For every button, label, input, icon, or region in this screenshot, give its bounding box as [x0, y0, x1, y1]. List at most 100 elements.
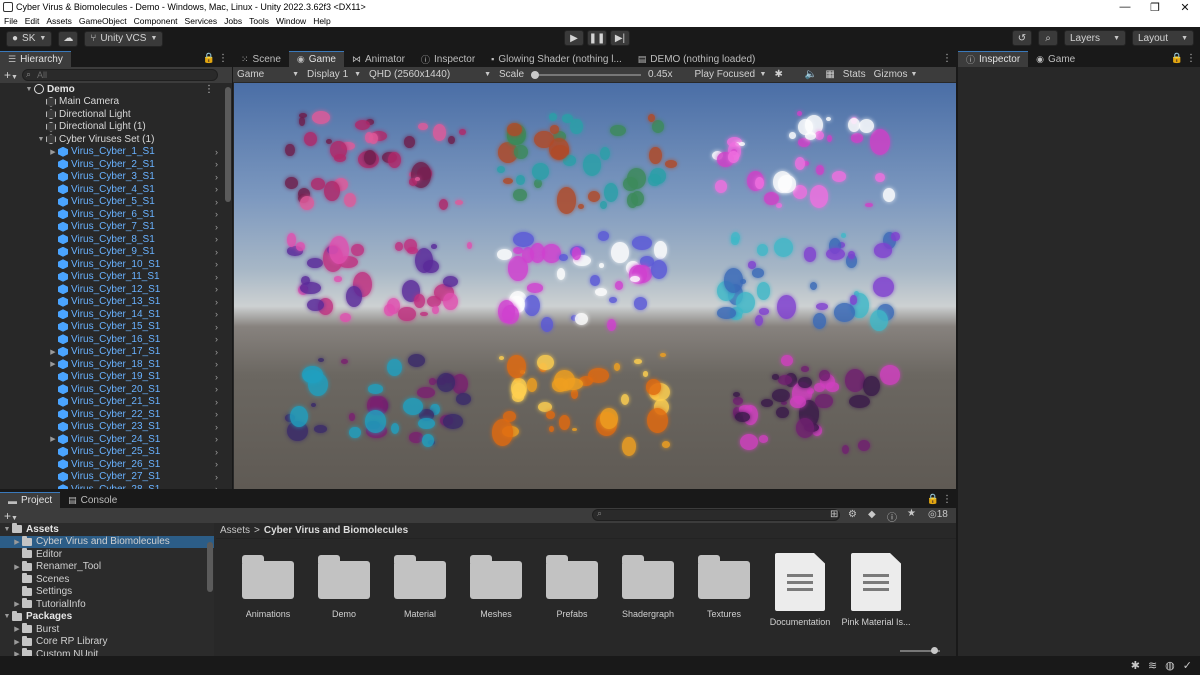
fold-arrow-icon[interactable]: ▶: [12, 625, 22, 633]
fold-arrow-icon[interactable]: ▶: [12, 563, 22, 571]
hierarchy-row[interactable]: Virus_Cyber_8_S1 ›: [0, 233, 232, 246]
open-prefab-icon[interactable]: ›: [215, 172, 218, 182]
tree-scrollbar[interactable]: [207, 542, 213, 592]
tree-item[interactable]: ▶ TutorialInfo: [0, 598, 214, 611]
debug-icon[interactable]: ✱: [1131, 659, 1140, 672]
add-asset-button[interactable]: +▼: [4, 509, 18, 523]
open-prefab-icon[interactable]: ›: [215, 309, 218, 319]
open-prefab-icon[interactable]: ›: [215, 434, 218, 444]
step-button[interactable]: ▶|: [610, 30, 630, 46]
open-prefab-icon[interactable]: ›: [215, 147, 218, 157]
open-prefab-icon[interactable]: ›: [215, 347, 218, 357]
breadcrumb-root[interactable]: Assets: [220, 525, 250, 536]
search-by-type-icon[interactable]: ⊞: [830, 509, 838, 520]
menu-file[interactable]: File: [4, 16, 18, 26]
open-prefab-icon[interactable]: ›: [215, 284, 218, 294]
tree-item[interactable]: ▼ Assets: [0, 523, 214, 536]
hierarchy-row[interactable]: Virus_Cyber_14_S1 ›: [0, 308, 232, 321]
tree-item[interactable]: ▶ Renamer_Tool: [0, 560, 214, 574]
hierarchy-row[interactable]: Virus_Cyber_21_S1 ›: [0, 396, 232, 409]
menu-window[interactable]: Window: [276, 16, 306, 26]
hierarchy-row[interactable]: ▶ Virus_Cyber_1_S1 ›: [0, 146, 232, 159]
account-dropdown[interactable]: ● SK ▼: [6, 30, 53, 47]
tab-shader[interactable]: ▪ Glowing Shader (nothing l...: [483, 51, 630, 67]
fold-arrow-icon[interactable]: ▼: [2, 613, 12, 620]
hierarchy-row[interactable]: Virus_Cyber_12_S1 ›: [0, 283, 232, 296]
tab-scene[interactable]: ⁙ Scene: [233, 51, 289, 67]
hierarchy-row[interactable]: Virus_Cyber_16_S1 ›: [0, 333, 232, 346]
tree-item[interactable]: ▼ Packages: [0, 610, 214, 624]
hierarchy-search-input[interactable]: All: [21, 69, 218, 81]
hierarchy-row[interactable]: Virus_Cyber_4_S1 ›: [0, 183, 232, 196]
vcs-dropdown[interactable]: ⑂ Unity VCS ▼: [84, 30, 164, 47]
search-button[interactable]: ⌕: [1038, 30, 1058, 46]
open-prefab-icon[interactable]: ›: [215, 484, 218, 489]
asset-file[interactable]: Pink Material Is...: [838, 553, 914, 627]
hierarchy-row[interactable]: Directional Light: [0, 108, 232, 121]
hierarchy-row[interactable]: Virus_Cyber_13_S1 ›: [0, 296, 232, 309]
keyboard-icon[interactable]: ▦: [821, 69, 838, 80]
scene-row[interactable]: ▼ Demo ⋮: [0, 83, 232, 96]
scale-slider-thumb[interactable]: [531, 70, 540, 79]
panel-menu-icon[interactable]: ⋮: [942, 53, 952, 64]
open-prefab-icon[interactable]: ›: [215, 297, 218, 307]
open-prefab-icon[interactable]: ›: [215, 397, 218, 407]
asset-file[interactable]: Documentation: [762, 553, 838, 627]
open-prefab-icon[interactable]: ›: [215, 384, 218, 394]
layers-dropdown[interactable]: Layers ▼: [1064, 30, 1126, 46]
hierarchy-scrollbar[interactable]: [225, 87, 231, 202]
menu-edit[interactable]: Edit: [25, 16, 40, 26]
hierarchy-row[interactable]: Virus_Cyber_3_S1 ›: [0, 171, 232, 184]
panel-menu-icon[interactable]: 🔒 ⋮: [927, 494, 952, 505]
open-prefab-icon[interactable]: ›: [215, 322, 218, 332]
display-dropdown[interactable]: Display 1 ▼: [303, 69, 365, 80]
open-prefab-icon[interactable]: ›: [215, 197, 218, 207]
open-prefab-icon[interactable]: ›: [215, 159, 218, 169]
menu-tools[interactable]: Tools: [249, 16, 269, 26]
tab-hierarchy[interactable]: ☰ Hierarchy: [0, 51, 71, 67]
fold-arrow-icon[interactable]: ▶: [48, 348, 58, 356]
game-viewport[interactable]: [234, 83, 956, 489]
tab-game-right[interactable]: ◉ Game: [1028, 51, 1083, 67]
add-button[interactable]: +▼: [4, 68, 18, 82]
layout-dropdown[interactable]: Layout ▼: [1132, 30, 1194, 46]
zoom-slider[interactable]: [900, 647, 940, 654]
close-button[interactable]: ✕: [1170, 1, 1200, 14]
fold-arrow-icon[interactable]: ▶: [48, 148, 58, 156]
panel-menu-icon[interactable]: 🔒 ⋮: [203, 53, 228, 64]
open-prefab-icon[interactable]: ›: [215, 372, 218, 382]
game-mode-dropdown[interactable]: Game ▼: [233, 69, 303, 80]
scene-menu-icon[interactable]: ⋮: [204, 84, 214, 95]
hierarchy-row[interactable]: Virus_Cyber_20_S1 ›: [0, 383, 232, 396]
gizmos-dropdown[interactable]: Gizmos ▼: [870, 69, 922, 80]
hierarchy-row[interactable]: Virus_Cyber_9_S1 ›: [0, 246, 232, 259]
tab-animator[interactable]: ⋈ Animator: [344, 51, 413, 67]
play-button[interactable]: ▶: [564, 30, 584, 46]
audio-icon[interactable]: 🔈: [801, 69, 821, 80]
minimize-button[interactable]: —: [1110, 1, 1140, 13]
tab-project[interactable]: ▬ Project: [0, 492, 61, 508]
scale-slider[interactable]: [531, 70, 642, 79]
hierarchy-row[interactable]: Virus_Cyber_5_S1 ›: [0, 196, 232, 209]
check-icon[interactable]: ✓: [1183, 659, 1192, 672]
tab-game[interactable]: ◉ Game: [288, 51, 344, 67]
info-filter-icon[interactable]: ⓘ: [887, 509, 897, 524]
hierarchy-row[interactable]: Main Camera: [0, 96, 232, 109]
hierarchy-row[interactable]: Virus_Cyber_11_S1 ›: [0, 271, 232, 284]
stats-button[interactable]: Stats: [839, 69, 870, 80]
open-prefab-icon[interactable]: ›: [215, 209, 218, 219]
open-prefab-icon[interactable]: ›: [215, 222, 218, 232]
asset-folder[interactable]: Prefabs: [534, 553, 610, 627]
menu-services[interactable]: Services: [185, 16, 218, 26]
open-prefab-icon[interactable]: ›: [215, 334, 218, 344]
fold-arrow-icon[interactable]: ▼: [36, 136, 46, 143]
hierarchy-row[interactable]: ▶ Virus_Cyber_24_S1 ›: [0, 433, 232, 446]
open-prefab-icon[interactable]: ›: [215, 259, 218, 269]
tree-item[interactable]: ▶ Core RP Library: [0, 635, 214, 649]
tree-item[interactable]: Editor: [0, 548, 214, 561]
asset-folder[interactable]: Material: [382, 553, 458, 627]
open-prefab-icon[interactable]: ›: [215, 234, 218, 244]
asset-folder[interactable]: Meshes: [458, 553, 534, 627]
fold-arrow-icon[interactable]: ▶: [48, 435, 58, 443]
tree-item[interactable]: Settings: [0, 585, 214, 599]
